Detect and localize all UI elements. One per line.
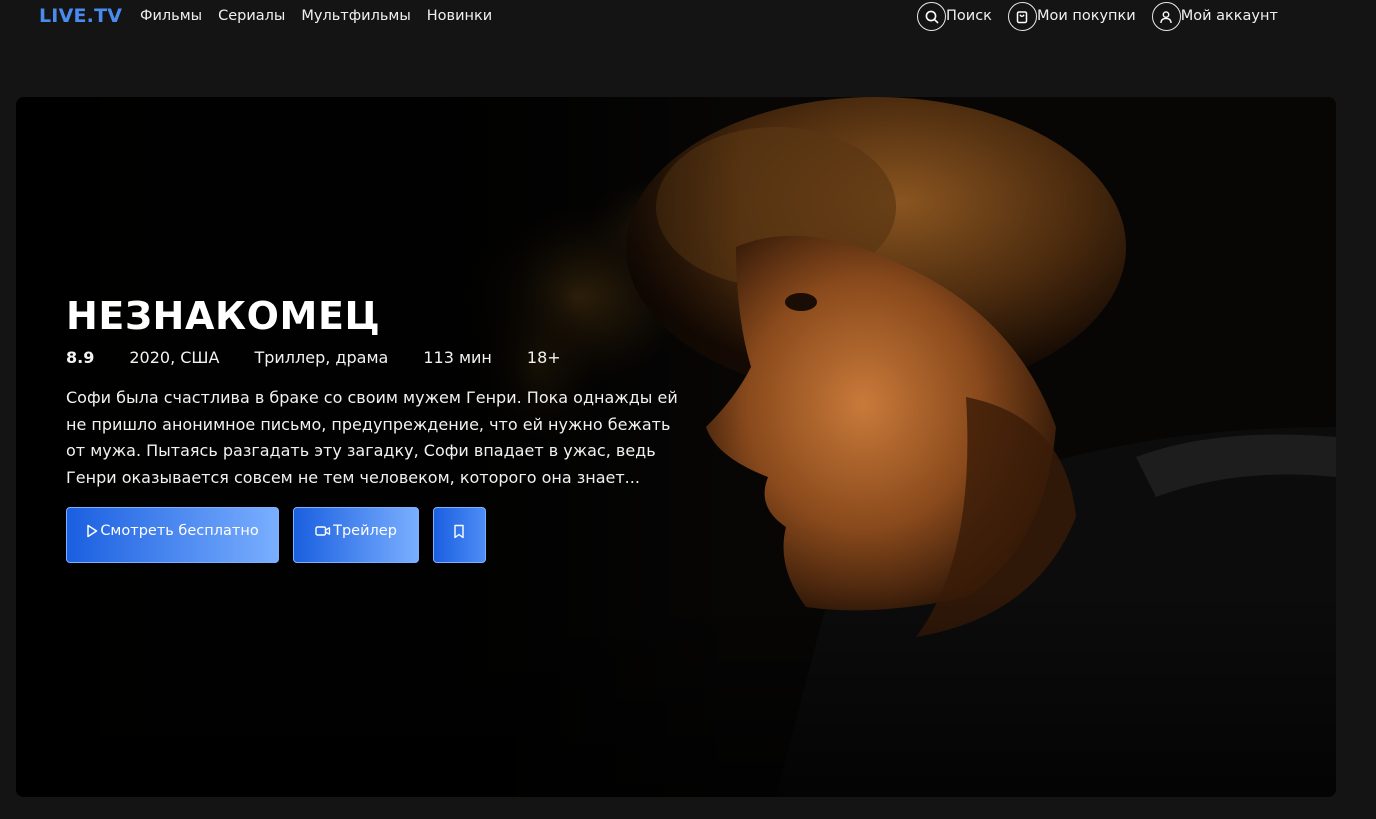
header-actions: Поиск Мои покупки Мой аккаунт <box>917 0 1278 31</box>
movie-description: Софи была счастлива в браке со своим муж… <box>66 388 678 487</box>
trailer-label: Трейлер <box>333 523 397 539</box>
nav-item-cartoons[interactable]: Мультфильмы <box>301 8 410 24</box>
account-button[interactable]: Мой аккаунт <box>1151 0 1278 31</box>
trailer-button[interactable]: Трейлер <box>293 507 419 563</box>
age-rating: 18+ <box>526 347 561 367</box>
nav-item-new[interactable]: Новинки <box>427 8 492 24</box>
nav-item-films[interactable]: Фильмы <box>140 8 202 24</box>
video-camera-icon <box>315 524 331 538</box>
movie-title: НЕЗНАКОМЕЦ <box>66 294 381 338</box>
movie-genres: Триллер, драма <box>254 347 389 367</box>
shopping-bag-icon <box>1007 2 1037 31</box>
movie-duration: 113 мин <box>423 347 492 367</box>
logo[interactable]: LIVE.TV <box>39 5 122 27</box>
search-label: Поиск <box>946 7 992 24</box>
bookmark-button[interactable] <box>433 507 486 563</box>
nav-item-series[interactable]: Сериалы <box>218 8 285 24</box>
search-icon <box>917 2 946 31</box>
movie-year-country: 2020, США <box>129 347 220 367</box>
top-header: LIVE.TV Фильмы Сериалы Мультфильмы Новин… <box>0 0 1376 36</box>
movie-meta: 8.9 2020, США Триллер, драма 113 мин 18+ <box>66 346 706 368</box>
hero-buttons: Смотреть бесплатно Трейлер <box>66 507 706 563</box>
search-button[interactable]: Поиск <box>917 0 992 31</box>
watch-free-button[interactable]: Смотреть бесплатно <box>66 507 279 563</box>
main-nav: Фильмы Сериалы Мультфильмы Новинки <box>140 8 492 24</box>
watch-free-label: Смотреть бесплатно <box>100 523 259 539</box>
user-icon <box>1151 2 1181 31</box>
account-label: Мой аккаунт <box>1180 7 1278 24</box>
movie-rating: 8.9 <box>66 347 95 367</box>
hero-content: НЕЗНАКОМЕЦ 8.9 2020, США Триллер, драма … <box>66 293 706 563</box>
play-icon <box>86 524 98 538</box>
purchases-button[interactable]: Мои покупки <box>1007 0 1136 31</box>
bookmark-icon <box>453 524 465 539</box>
hero-banner: НЕЗНАКОМЕЦ 8.9 2020, США Триллер, драма … <box>16 97 1336 797</box>
purchases-label: Мои покупки <box>1036 7 1136 24</box>
